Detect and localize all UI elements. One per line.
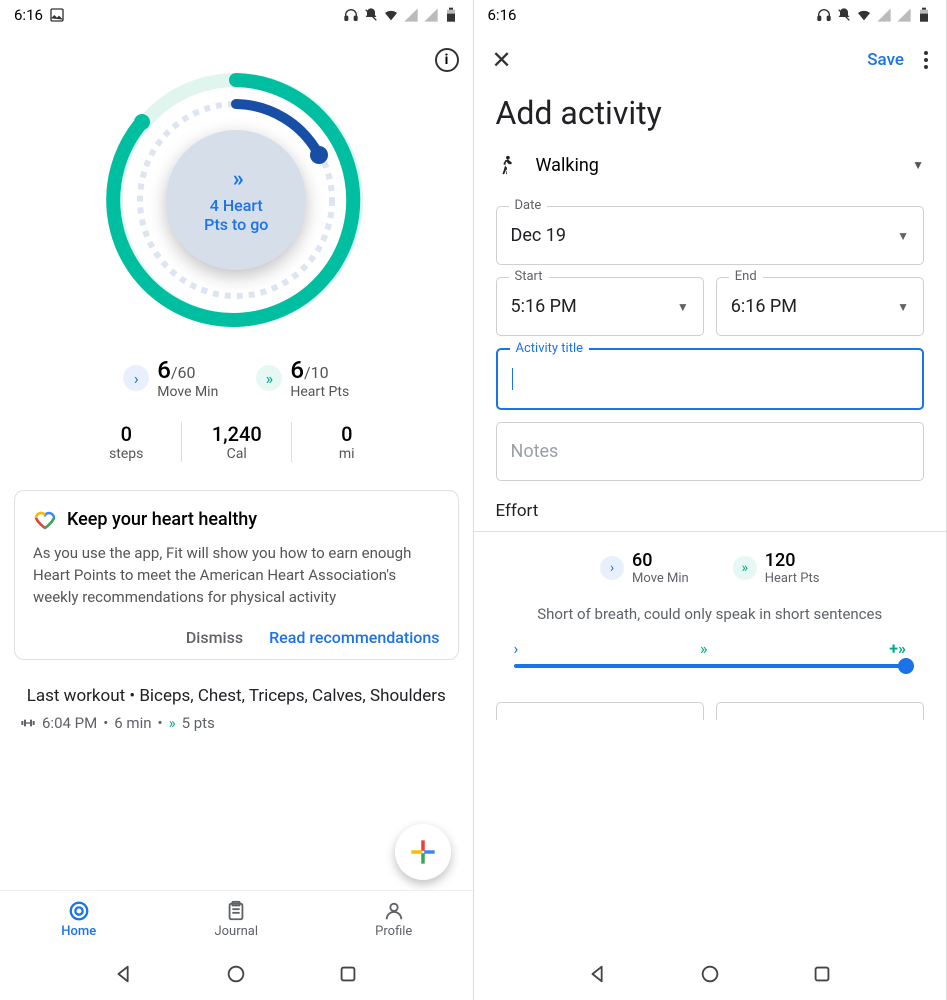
more-button[interactable]	[924, 51, 928, 69]
page-title: Add activity	[474, 80, 947, 148]
recents-button[interactable]	[811, 963, 833, 985]
slider-mark-high: +»	[889, 639, 906, 658]
nav-profile[interactable]: Profile	[315, 891, 473, 948]
dropdown-icon: ▼	[677, 300, 689, 314]
home-screen: 6:16 i » 4 Heart Pts to go ›	[0, 0, 474, 1000]
nav-journal[interactable]: Journal	[158, 891, 316, 948]
activity-type-selector[interactable]: Walking ▼	[474, 148, 947, 194]
stats-row: 0 steps 1,240 Cal 0 mi	[0, 422, 473, 462]
field-peek[interactable]	[496, 702, 704, 720]
google-fit-heart-icon	[33, 507, 57, 531]
status-bar: 6:16	[474, 0, 947, 30]
system-nav	[474, 948, 947, 1000]
last-workout-row[interactable]: Last workout • Biceps, Chest, Triceps, C…	[20, 686, 453, 732]
text-cursor	[512, 368, 514, 390]
walking-icon	[496, 154, 518, 176]
clipboard-icon	[225, 900, 247, 922]
dropdown-icon: ▼	[897, 229, 909, 243]
person-icon	[383, 900, 405, 922]
recents-button[interactable]	[337, 963, 359, 985]
bell-off-icon	[836, 7, 852, 23]
chevron-right-icon: ›	[123, 365, 149, 391]
goal-line1: 4 Heart	[210, 196, 263, 215]
status-bar: 6:16	[0, 0, 473, 30]
activity-name: Walking	[536, 155, 895, 176]
heart-pts-metric[interactable]: » 6/10 Heart Pts	[256, 356, 349, 400]
dropdown-icon: ▼	[897, 300, 909, 314]
wifi-icon	[856, 7, 872, 23]
card-title: Keep your heart healthy	[67, 509, 257, 530]
bell-off-icon	[363, 7, 379, 23]
steps-stat[interactable]: 0 steps	[71, 422, 181, 462]
weight-icon	[20, 715, 36, 731]
status-time: 6:16	[488, 6, 517, 24]
home-ring-icon	[68, 900, 90, 922]
goal-bubble[interactable]: » 4 Heart Pts to go	[166, 130, 306, 270]
last-workout-title: Last workout • Biceps, Chest, Triceps, C…	[20, 686, 453, 706]
activity-title-field[interactable]: Activity title	[496, 348, 925, 410]
wifi-icon	[383, 7, 399, 23]
end-time-field[interactable]: End 6:16 PM ▼	[716, 277, 924, 336]
picture-icon	[49, 7, 65, 23]
nav-home[interactable]: Home	[0, 891, 158, 948]
effort-slider[interactable]: › » +»	[514, 639, 907, 668]
field-peek[interactable]	[716, 702, 924, 720]
save-button[interactable]: Save	[867, 50, 904, 70]
chevron-double-right-icon: »	[256, 365, 282, 391]
effort-move-min: › 60Move Min	[600, 550, 689, 586]
dropdown-icon: ▼	[912, 158, 924, 172]
date-field[interactable]: Date Dec 19 ▼	[496, 206, 925, 265]
chevron-double-icon: »	[169, 714, 176, 732]
headphones-icon	[816, 7, 832, 23]
headphones-icon	[343, 7, 359, 23]
chevron-double-right-icon: »	[733, 556, 757, 580]
cal-stat[interactable]: 1,240 Cal	[181, 422, 291, 462]
home-button[interactable]	[699, 963, 721, 985]
add-activity-screen: 6:16 ✕ Save Add activity Walking ▼ Date …	[474, 0, 947, 1000]
read-recommendations-button[interactable]: Read recommendations	[269, 628, 439, 647]
mi-stat[interactable]: 0 mi	[291, 422, 401, 462]
notes-field[interactable]: Notes	[496, 422, 925, 481]
bottom-nav: Home Journal Profile	[0, 890, 473, 948]
dismiss-button[interactable]: Dismiss	[186, 628, 243, 647]
signal-icon	[423, 7, 439, 23]
status-time: 6:16	[14, 6, 43, 24]
close-button[interactable]: ✕	[492, 46, 512, 74]
battery-icon	[443, 7, 459, 23]
signal-icon	[876, 7, 892, 23]
progress-rings: » 4 Heart Pts to go	[0, 50, 473, 350]
slider-mark-low: ›	[514, 639, 519, 658]
system-nav	[0, 948, 473, 1000]
battery-icon	[916, 7, 932, 23]
slider-mark-mid: »	[700, 639, 708, 658]
chevron-right-icon: ›	[600, 556, 624, 580]
chevron-double-icon: »	[233, 167, 240, 192]
signal-icon	[403, 7, 419, 23]
signal-icon	[896, 7, 912, 23]
home-button[interactable]	[225, 963, 247, 985]
move-min-metric[interactable]: › 6/60 Move Min	[123, 356, 218, 400]
back-button[interactable]	[587, 963, 609, 985]
effort-heart-pts: » 120Heart Pts	[733, 550, 820, 586]
heart-health-card: Keep your heart healthy As you use the a…	[14, 490, 459, 660]
effort-description: Short of breath, could only speak in sho…	[514, 604, 907, 625]
slider-knob[interactable]	[898, 658, 914, 674]
google-plus-icon	[409, 838, 437, 866]
goal-line2: Pts to go	[204, 215, 268, 234]
effort-label: Effort	[474, 481, 947, 531]
card-body: As you use the app, Fit will show you ho…	[33, 543, 440, 608]
back-button[interactable]	[113, 963, 135, 985]
add-fab[interactable]	[395, 824, 451, 880]
start-time-field[interactable]: Start 5:16 PM ▼	[496, 277, 704, 336]
